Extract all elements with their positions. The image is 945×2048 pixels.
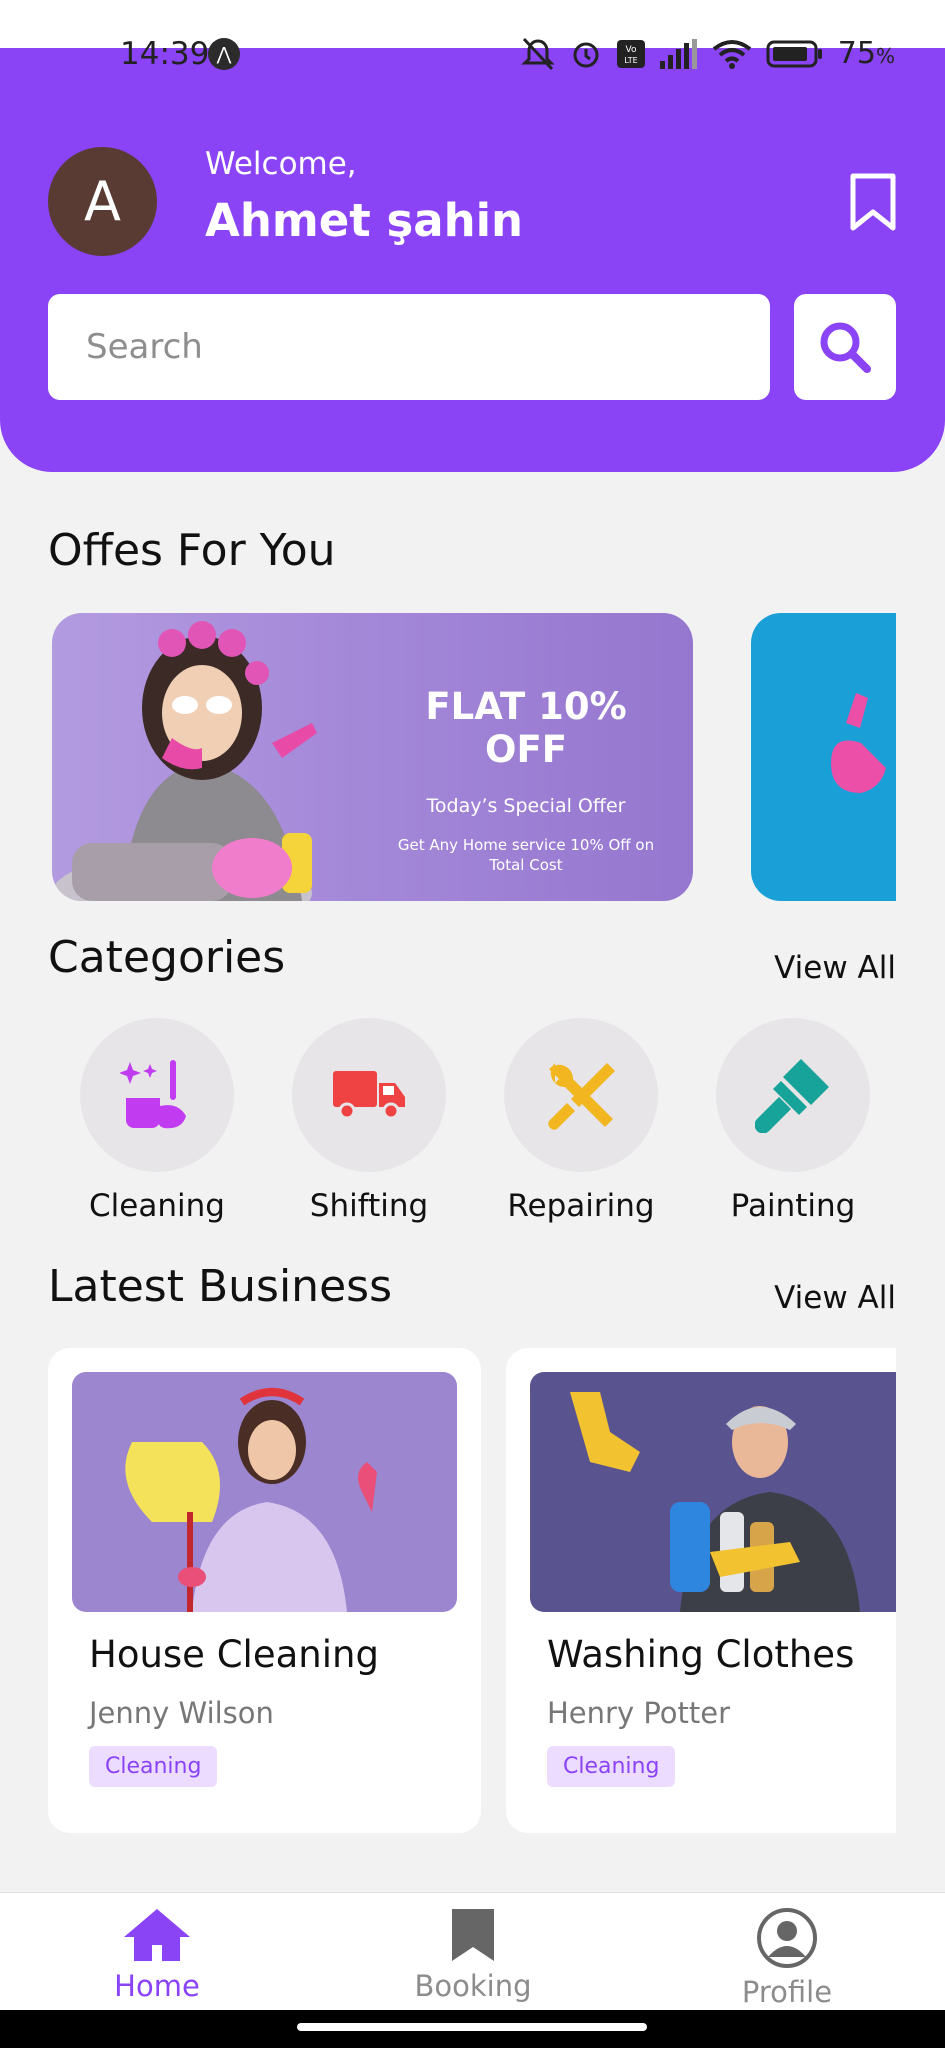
business-tag: Cleaning (89, 1746, 218, 1787)
categories-title: Categories (48, 932, 286, 983)
nav-booking[interactable]: Booking (393, 1907, 553, 2003)
bottom-nav: Home Booking Profile (0, 1892, 945, 2010)
home-icon (124, 1909, 190, 1961)
business-owner: Jenny Wilson (89, 1696, 274, 1730)
avatar[interactable]: A (48, 147, 157, 256)
svg-text:LTE: LTE (624, 56, 637, 65)
business-image (530, 1372, 896, 1612)
offer-description: Get Any Home service 10% Off on Total Co… (397, 836, 655, 874)
latest-business-title: Latest Business (48, 1261, 392, 1312)
category-label: Shifting (309, 1188, 429, 1224)
nav-label: Home (114, 1969, 200, 2003)
category-label: Painting (730, 1188, 856, 1224)
category-cleaning[interactable]: Cleaning (72, 1018, 242, 1224)
categories-view-all-link[interactable]: View All (774, 950, 896, 986)
business-image (72, 1372, 457, 1612)
category-painting-circle (716, 1018, 870, 1172)
category-painting[interactable]: Painting (708, 1018, 878, 1224)
offer-subtitle: Today’s Special Offer (426, 795, 626, 817)
search-button[interactable] (794, 294, 896, 400)
business-card[interactable]: House Cleaning Jenny Wilson Cleaning (48, 1348, 481, 1833)
category-shifting[interactable]: Shifting (284, 1018, 454, 1224)
user-name: Ahmet şahin (205, 194, 524, 247)
category-cleaning-circle (80, 1018, 234, 1172)
nav-label: Profile (741, 1975, 833, 2009)
volte-icon: VoLTE (616, 39, 645, 68)
category-shifting-circle (292, 1018, 446, 1172)
category-repairing[interactable]: Repairing (496, 1018, 666, 1224)
latest-business-view-all-link[interactable]: View All (774, 1280, 896, 1316)
status-time: 14:39 (120, 36, 210, 72)
svg-text:Vo: Vo (625, 45, 636, 55)
wifi-icon (712, 39, 752, 69)
offer-person-image (52, 621, 317, 901)
profile-icon (757, 1908, 817, 1968)
mute-bell-icon (521, 37, 555, 70)
business-tag: Cleaning (547, 1746, 676, 1787)
category-repairing-circle (504, 1018, 658, 1172)
signal-icon (659, 38, 697, 69)
offer-card-next[interactable] (751, 613, 896, 901)
alarm-icon (573, 42, 599, 67)
paint-brush-icon (755, 1059, 829, 1133)
offers-title: Offes For You (48, 525, 336, 576)
tools-icon (548, 1063, 615, 1130)
bookmark-icon (452, 1909, 494, 1961)
bookmark-icon[interactable] (848, 172, 898, 236)
category-label: Repairing (507, 1188, 655, 1224)
status-icons: Vo LTE 75% (520, 36, 895, 71)
cleaning-icon (120, 1060, 186, 1129)
category-label: Cleaning (89, 1188, 225, 1224)
business-title: Washing Clothes (547, 1633, 855, 1676)
truck-icon (333, 1071, 405, 1120)
offer-card[interactable]: FLAT 10% OFF Today’s Special Offer Get A… (52, 613, 693, 901)
offer-text: FLAT 10% OFF Today’s Special Offer Get A… (381, 685, 671, 875)
nav-home[interactable]: Home (77, 1907, 237, 2003)
offer-person-image-next (831, 693, 886, 793)
battery-icon (766, 40, 822, 67)
app-notification-icon: ⋀ (208, 38, 240, 70)
search-box (48, 294, 770, 400)
status-bar: 14:39 ⋀ Vo LTE 75% (0, 0, 945, 72)
nav-profile[interactable]: Profile (707, 1907, 867, 2009)
search-input[interactable] (86, 327, 770, 367)
business-card[interactable]: Washing Clothes Henry Potter Cleaning (506, 1348, 896, 1833)
home-indicator[interactable] (297, 2023, 647, 2031)
nav-label: Booking (414, 1969, 532, 2003)
battery-percent: 75% (837, 36, 895, 71)
search-icon (820, 322, 871, 373)
header-banner (0, 48, 945, 472)
welcome-text: Welcome, (205, 146, 357, 182)
offer-headline: FLAT 10% OFF (425, 685, 627, 771)
business-owner: Henry Potter (547, 1696, 731, 1730)
business-title: House Cleaning (89, 1633, 379, 1676)
